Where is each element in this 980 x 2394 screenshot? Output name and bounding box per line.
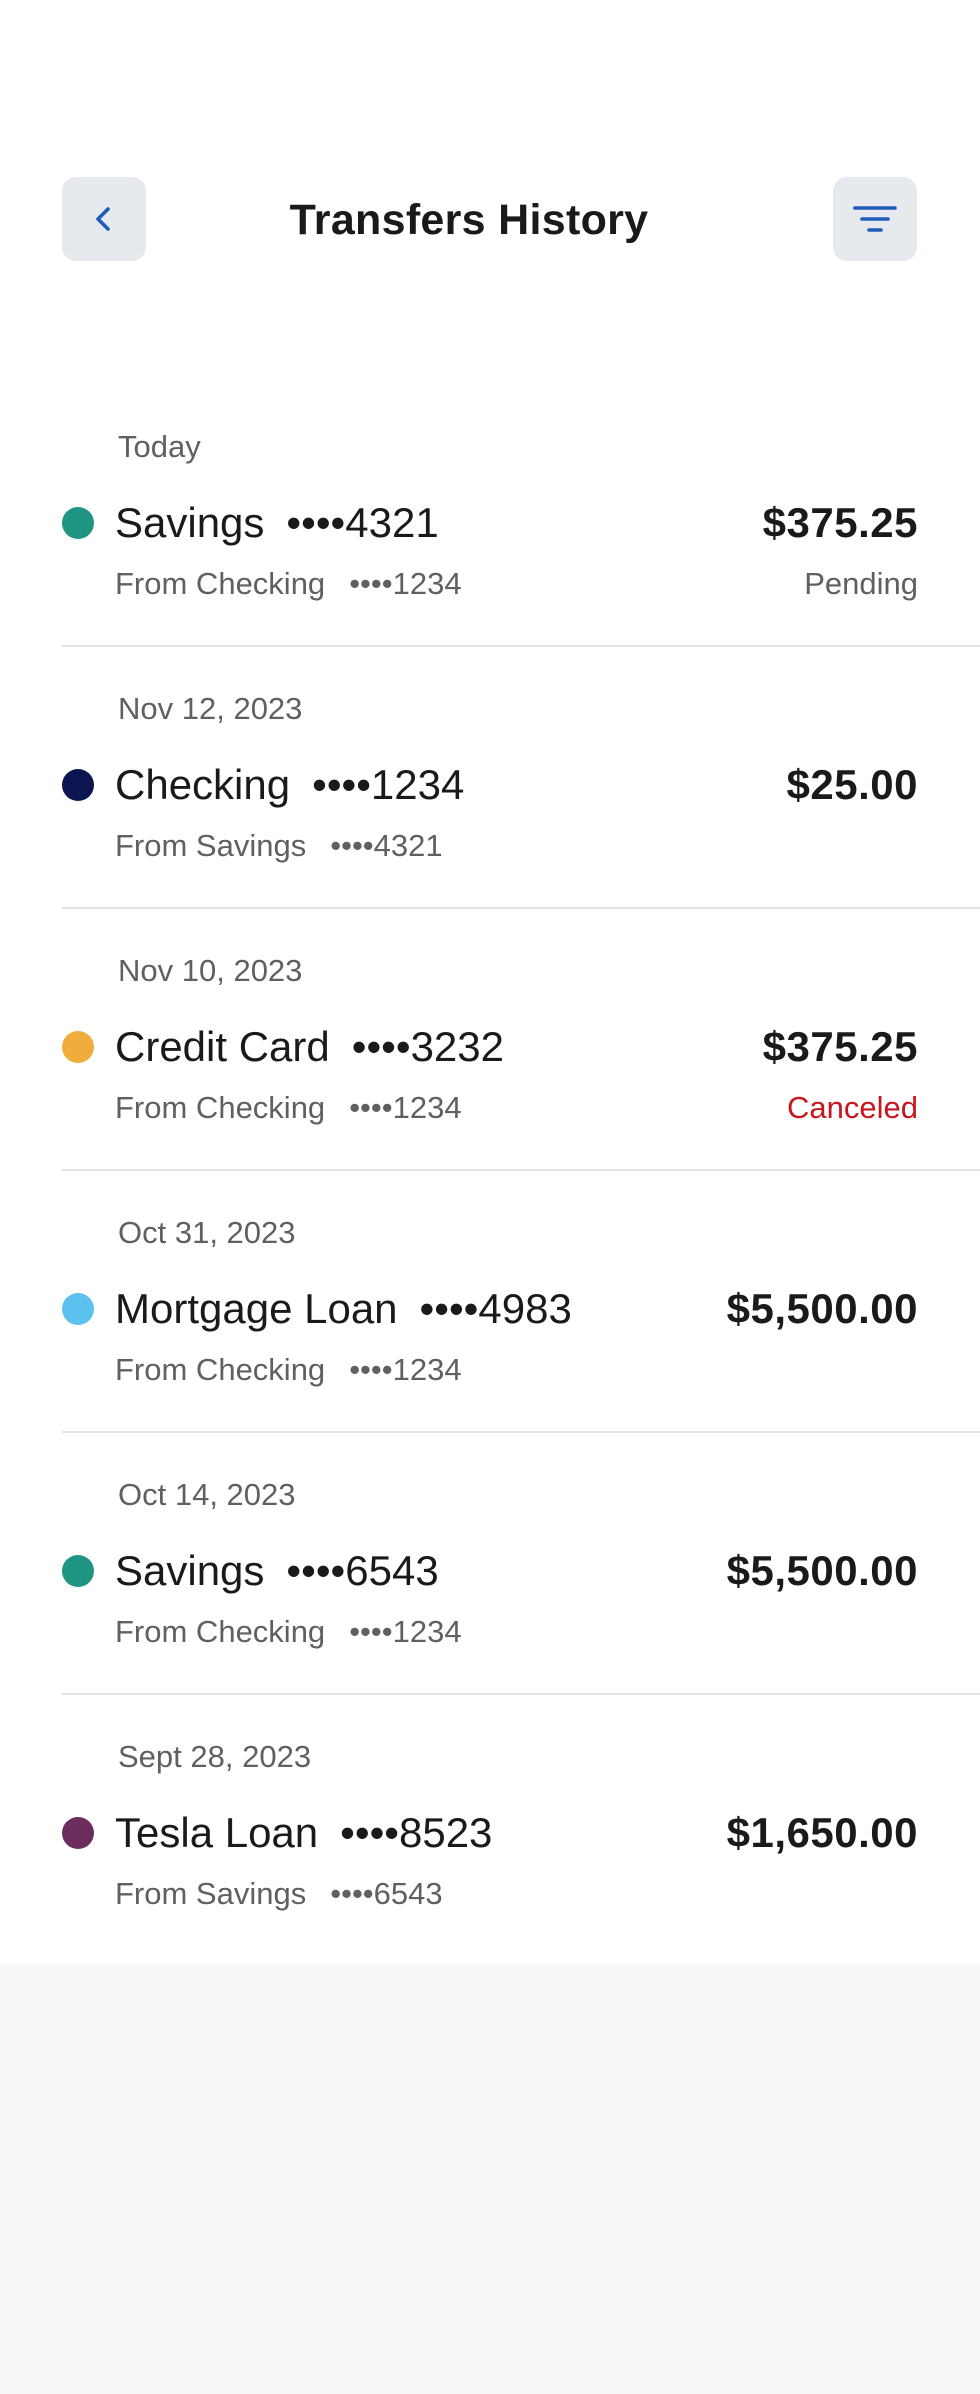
- transfer-account: Credit Card ••••3232: [115, 1021, 504, 1073]
- account-number-mask: ••••6543: [286, 1547, 439, 1594]
- transfer-amount: $5,500.00: [726, 1285, 918, 1332]
- source-account-name: From Savings: [115, 1876, 307, 1911]
- transfer-date: Nov 12, 2023: [118, 691, 303, 726]
- transfer-account: Savings ••••6543: [115, 1545, 439, 1597]
- source-account-mask: ••••4321: [330, 828, 443, 863]
- account-color-dot: [62, 1555, 94, 1587]
- source-account-mask: ••••1234: [349, 1090, 462, 1125]
- transfer-date: Oct 14, 2023: [118, 1477, 296, 1512]
- transfer-status: Pending: [804, 566, 918, 601]
- page-title: Transfers History: [289, 196, 649, 244]
- transfer-date: Oct 31, 2023: [118, 1215, 296, 1250]
- header: Transfers History: [0, 0, 980, 330]
- account-name: Savings: [115, 499, 265, 546]
- transfer-item[interactable]: Today Savings ••••4321 From Checking ••••1…: [62, 385, 980, 647]
- source-account-name: From Checking: [115, 566, 326, 601]
- account-name: Checking: [115, 761, 291, 808]
- account-color-dot: [62, 1031, 94, 1063]
- account-color-dot: [62, 1817, 94, 1849]
- transfer-account: Savings ••••4321: [115, 497, 439, 549]
- transfer-source: From Checking ••••1234: [115, 1351, 462, 1389]
- account-number-mask: ••••3232: [351, 1023, 504, 1070]
- transfer-amount: $5,500.00: [726, 1547, 918, 1594]
- transfer-amount: $1,650.00: [726, 1809, 918, 1856]
- account-number-mask: ••••8523: [340, 1809, 493, 1856]
- transfer-source: From Checking ••••1234: [115, 1613, 462, 1651]
- transfer-item[interactable]: Sept 28, 2023 Tesla Loan ••••8523 From Sa…: [62, 1695, 980, 1957]
- source-account-mask: ••••1234: [349, 566, 462, 601]
- source-account-name: From Savings: [115, 828, 307, 863]
- account-name: Mortgage Loan: [115, 1285, 398, 1332]
- source-account-name: From Checking: [115, 1614, 326, 1649]
- transfer-item[interactable]: Oct 14, 2023 Savings ••••6543 From Checki…: [62, 1433, 980, 1695]
- transfer-source: From Checking ••••1234: [115, 565, 462, 603]
- account-number-mask: ••••4321: [286, 499, 439, 546]
- source-account-name: From Checking: [115, 1090, 326, 1125]
- filter-icon: [853, 206, 897, 232]
- transfer-item[interactable]: Nov 10, 2023 Credit Card ••••3232 From Ch…: [62, 909, 980, 1171]
- source-account-mask: ••••1234: [349, 1352, 462, 1387]
- transfer-item[interactable]: Nov 12, 2023 Checking ••••1234 From Savin…: [62, 647, 980, 909]
- account-name: Savings: [115, 1547, 265, 1594]
- transfers-history-screen: Transfers History Today Savings ••••4321 …: [0, 0, 980, 1964]
- transfer-source: From Checking ••••1234: [115, 1089, 462, 1127]
- transfer-date: Today: [118, 429, 201, 464]
- transfer-source: From Savings ••••4321: [115, 827, 443, 865]
- transfer-status: Canceled: [787, 1090, 918, 1125]
- transfers-list: Today Savings ••••4321 From Checking ••••1…: [0, 385, 980, 1957]
- account-color-dot: [62, 1293, 94, 1325]
- transfer-amount: $375.25: [762, 499, 918, 546]
- transfer-amount: $25.00: [786, 761, 918, 808]
- source-account-name: From Checking: [115, 1352, 326, 1387]
- transfer-account: Tesla Loan ••••8523: [115, 1807, 492, 1859]
- filter-button[interactable]: [833, 177, 917, 261]
- transfer-account: Checking ••••1234: [115, 759, 464, 811]
- transfer-account: Mortgage Loan ••••4983: [115, 1283, 572, 1335]
- transfer-amount: $375.25: [762, 1023, 918, 1070]
- transfer-date: Nov 10, 2023: [118, 953, 303, 988]
- source-account-mask: ••••1234: [349, 1614, 462, 1649]
- account-number-mask: ••••1234: [312, 761, 465, 808]
- transfer-source: From Savings ••••6543: [115, 1875, 443, 1913]
- account-color-dot: [62, 507, 94, 539]
- account-name: Tesla Loan: [115, 1809, 319, 1856]
- account-color-dot: [62, 769, 94, 801]
- account-number-mask: ••••4983: [419, 1285, 572, 1332]
- source-account-mask: ••••6543: [330, 1876, 443, 1911]
- account-name: Credit Card: [115, 1023, 330, 1070]
- transfer-date: Sept 28, 2023: [118, 1739, 312, 1774]
- transfer-item[interactable]: Oct 31, 2023 Mortgage Loan ••••4983 From …: [62, 1171, 980, 1433]
